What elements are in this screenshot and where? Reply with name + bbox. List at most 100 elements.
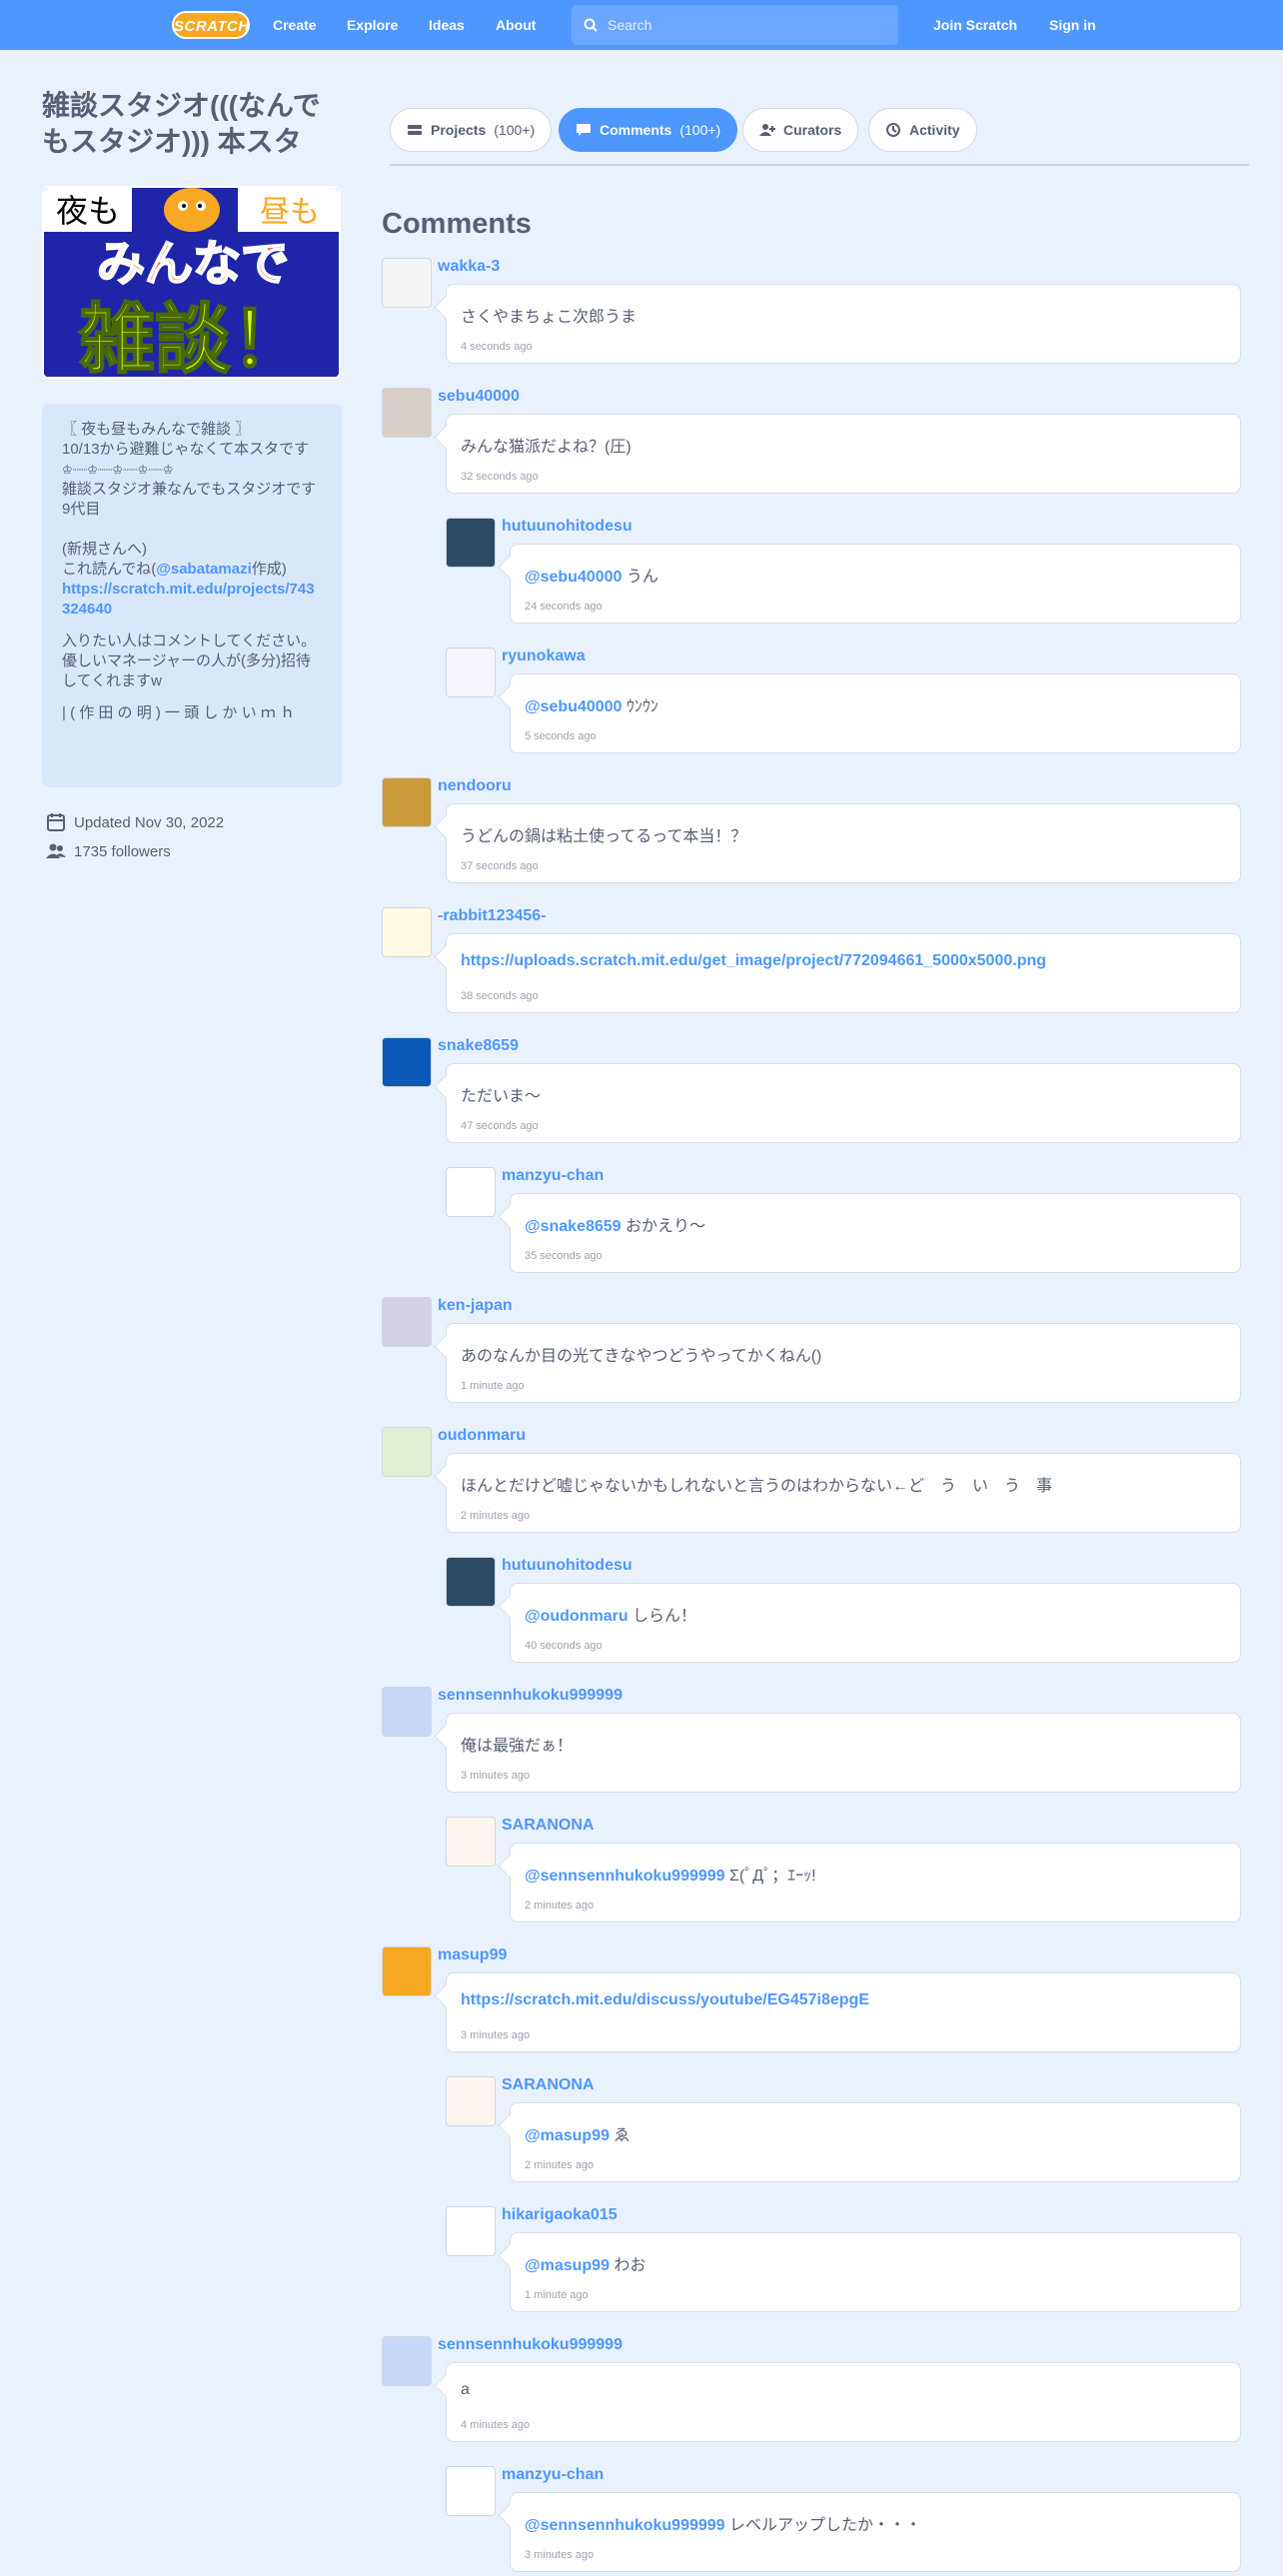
comment-time: 4 minutes ago <box>461 2419 531 2431</box>
comment-body: ｳﾝｳﾝ <box>622 698 658 715</box>
comment-bubble: @sennsennhukoku999999 レベルアップしたか・・・ 3 minu… <box>510 2492 1241 2572</box>
comment-bubble: a 4 minutes ago <box>446 2362 1241 2442</box>
comment-text: ただいま～ <box>461 1082 1226 1106</box>
comment-text: うどんの鍋は粘土使ってるって本当！？ <box>461 822 1226 846</box>
comment-bubble: 俺は最強だぁ！ 3 minutes ago <box>446 1713 1241 1793</box>
comment-username[interactable]: nendooru <box>438 777 512 795</box>
comment-mention-link[interactable]: @oudonmaru <box>525 1608 629 1625</box>
nav-ideas[interactable]: Ideas <box>429 0 465 50</box>
comment-body: ただいま～ <box>461 1088 542 1105</box>
user-avatar[interactable] <box>382 907 432 957</box>
tab-activity[interactable]: Activity <box>868 108 977 152</box>
comment-bubble: https://scratch.mit.edu/discuss/youtube/… <box>446 1972 1241 2052</box>
comment-mention-link[interactable]: @sennsennhukoku999999 <box>525 1868 725 1885</box>
comment-text: @snake8659 おかえり～ <box>525 1212 1226 1236</box>
user-avatar[interactable] <box>382 1687 432 1737</box>
comment-time: 47 seconds ago <box>461 1120 539 1132</box>
user-avatar[interactable] <box>382 1297 432 1347</box>
followers-icon <box>46 843 66 858</box>
comment: sennsennhukoku999999 a 4 minutes ago <box>382 2336 1241 2446</box>
comment-mention-link[interactable]: @sennsennhukoku999999 <box>525 2517 725 2534</box>
comment-username[interactable]: manzyu-chan <box>502 1167 604 1185</box>
desc-line: これ読んでね(@sabatamazi作成) <box>62 561 287 578</box>
comment-bubble: @sebu40000 うん 24 seconds ago <box>510 544 1241 624</box>
comment-text: a <box>461 2381 1226 2399</box>
user-avatar[interactable] <box>446 1167 496 1217</box>
studio-title: 雑談スタジオ(((なんでもスタジオ))) 本スタ <box>42 90 321 157</box>
desc-project-link[interactable]: https://scratch.mit.edu/projects/7433246… <box>62 581 315 618</box>
user-avatar[interactable] <box>382 2336 432 2386</box>
scratch-logo[interactable]: SCRATCH <box>172 11 250 39</box>
user-avatar[interactable] <box>382 388 432 438</box>
nav-create[interactable]: Create <box>273 0 317 50</box>
comment-username[interactable]: SARANONA <box>502 2076 594 2094</box>
desc-line: https://scratch.mit.edu/projects/7433246… <box>62 580 322 620</box>
user-avatar[interactable] <box>446 1817 496 1867</box>
tab-label: Projects <box>431 122 487 138</box>
comment-time: 35 seconds ago <box>525 1250 603 1262</box>
user-avatar[interactable] <box>382 1037 432 1087</box>
comment-mention-link[interactable]: @snake8659 <box>525 1218 622 1235</box>
nav-explore[interactable]: Explore <box>347 0 398 50</box>
comment-username[interactable]: sennsennhukoku999999 <box>438 1687 623 1705</box>
comments-heading: Comments <box>382 208 532 240</box>
comment-username[interactable]: manzyu-chan <box>502 2466 604 2484</box>
comment-mention-link[interactable]: https://uploads.scratch.mit.edu/get_imag… <box>461 952 1046 969</box>
comment-username[interactable]: hutuunohitodesu <box>502 518 633 536</box>
search-box[interactable] <box>572 5 898 45</box>
comment-reply: hutuunohitodesu @oudonmaru しらん！ 40 seconds… <box>446 1557 1241 1667</box>
comment-username[interactable]: oudonmaru <box>438 1427 526 1445</box>
comment-username[interactable]: masup99 <box>438 1946 507 1964</box>
desc-user-link[interactable]: @sabatamazi <box>156 561 252 578</box>
comment-time: 24 seconds ago <box>525 601 603 613</box>
user-avatar[interactable] <box>446 647 496 697</box>
tab-projects[interactable]: Projects (100+) <box>390 108 553 152</box>
comment-time: 4 seconds ago <box>461 341 533 353</box>
tab-curators[interactable]: Curators <box>742 108 859 152</box>
user-avatar[interactable] <box>446 2466 496 2516</box>
comment-username[interactable]: ken-japan <box>438 1297 513 1315</box>
comment-mention-link[interactable]: @masup99 <box>525 2257 610 2274</box>
comment-username[interactable]: sebu40000 <box>438 388 520 406</box>
user-avatar[interactable] <box>382 1946 432 1996</box>
tab-comments[interactable]: Comments (100+) <box>559 108 738 152</box>
comment-body: みんな猫派だよね？(圧) <box>461 439 632 456</box>
comment-username[interactable]: hutuunohitodesu <box>502 1557 633 1575</box>
comment-mention-link[interactable]: https://scratch.mit.edu/discuss/youtube/… <box>461 1991 869 2008</box>
comment-text: みんな猫派だよね？(圧) <box>461 433 1226 457</box>
studio-description: 〖 夜も昼もみんなで雑談 〗 10/13から避難じゃなくて本スタです ♔┈┈♔┈… <box>42 404 342 787</box>
user-avatar[interactable] <box>446 1557 496 1607</box>
user-avatar[interactable] <box>382 258 432 308</box>
search-input[interactable] <box>608 5 887 45</box>
comment-username[interactable]: SARANONA <box>502 1817 594 1835</box>
user-avatar[interactable] <box>382 1427 432 1477</box>
comment-body: さくやまちょこ次郎うま <box>461 309 638 326</box>
comment-mention-link[interactable]: @masup99 <box>525 2127 610 2144</box>
user-avatar[interactable] <box>382 777 432 827</box>
comment-bubble: @oudonmaru しらん！ 40 seconds ago <box>510 1583 1241 1663</box>
comment-username[interactable]: wakka-3 <box>438 258 500 276</box>
comment-text: さくやまちょこ次郎うま <box>461 303 1226 327</box>
desc-line: 10/13から避難じゃなくて本スタです <box>62 441 310 458</box>
comment-text: @sennsennhukoku999999 レベルアップしたか・・・ <box>525 2511 1226 2535</box>
comment: ken-japan あのなんか目の光てきなやつどうやってかくねん() 1 minut… <box>382 1297 1241 1407</box>
comment-username[interactable]: sennsennhukoku999999 <box>438 2336 623 2354</box>
join-scratch-link[interactable]: Join Scratch <box>933 0 1017 50</box>
comment-reply: manzyu-chan @snake8659 おかえり～ 35 seconds ag… <box>446 1167 1241 1277</box>
user-avatar[interactable] <box>446 2206 496 2256</box>
desc-line: 入りたい人はコメントしてください。 <box>62 633 317 649</box>
comment-mention-link[interactable]: @sebu40000 <box>525 698 622 715</box>
comment-username[interactable]: snake8659 <box>438 1037 519 1055</box>
user-avatar[interactable] <box>446 2076 496 2126</box>
user-avatar[interactable] <box>446 518 496 568</box>
sign-in-link[interactable]: Sign in <box>1049 0 1096 50</box>
comment-mention-link[interactable]: @sebu40000 <box>525 569 622 586</box>
comment-username[interactable]: -rabbit123456- <box>438 907 547 925</box>
navbar: SCRATCH Create Explore Ideas About Join … <box>0 0 1283 50</box>
comment-username[interactable]: hikarigaoka015 <box>502 2206 618 2224</box>
nav-about[interactable]: About <box>496 0 536 50</box>
comment-username[interactable]: ryunokawa <box>502 647 586 665</box>
comment-bubble: みんな猫派だよね？(圧) 32 seconds ago <box>446 414 1241 494</box>
comment-body: うん <box>622 569 658 586</box>
comment-time: 2 minutes ago <box>525 1900 595 1912</box>
